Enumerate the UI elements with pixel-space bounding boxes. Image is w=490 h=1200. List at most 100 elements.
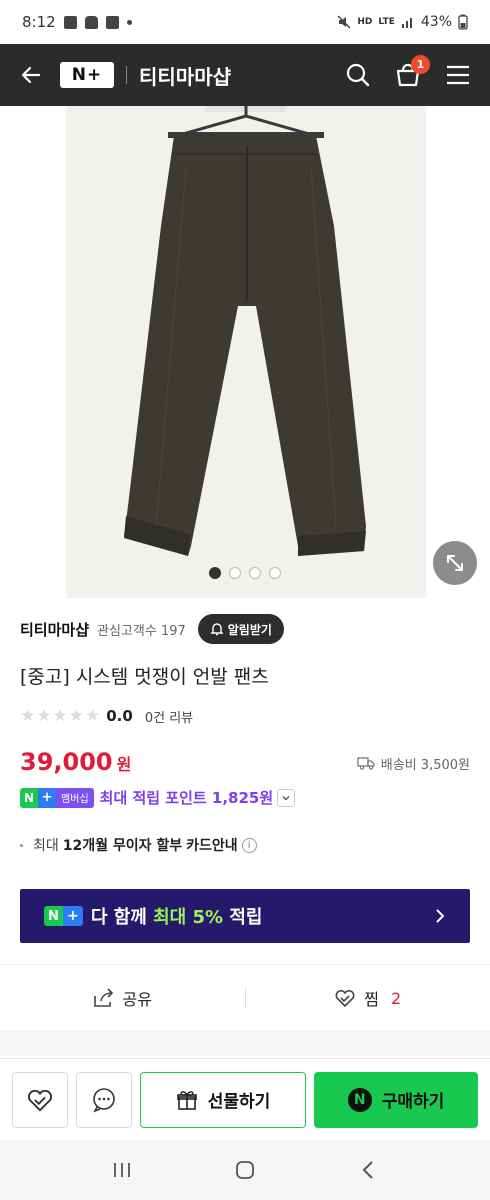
gallery-dot[interactable] xyxy=(269,567,281,579)
divider xyxy=(0,964,490,965)
search-button[interactable] xyxy=(342,59,374,91)
store-info-row: 티티마마샵 관심고객수 197 알림받기 xyxy=(20,612,470,646)
gift-icon xyxy=(176,1090,197,1110)
gift-label: 선물하기 xyxy=(207,1092,271,1112)
chat-bubble-icon xyxy=(93,1087,115,1113)
hamburger-menu-icon xyxy=(447,65,469,85)
wish-label: 찜 xyxy=(364,990,380,1009)
header-divider xyxy=(126,66,127,84)
promo-text-highlight: 최대 5% xyxy=(153,907,224,928)
back-button[interactable] xyxy=(16,60,46,90)
logo-text: N+ xyxy=(71,65,103,85)
status-bar: 8:12 HD LTE 43% xyxy=(0,0,490,44)
wish-button[interactable]: 찜 2 xyxy=(246,986,490,1010)
back-arrow-icon xyxy=(21,66,41,84)
menu-button[interactable] xyxy=(442,59,474,91)
points-row[interactable]: N + 멤버십 최대 적립 포인트 1,825원 xyxy=(20,787,296,808)
product-title: [중고] 시스템 멋쟁이 언발 팬츠 xyxy=(20,666,269,688)
recent-apps-icon xyxy=(113,1163,130,1177)
gallery-pagination xyxy=(0,567,490,579)
share-button[interactable]: 공유 xyxy=(0,986,245,1010)
promo-text-after: 적립 xyxy=(229,907,263,928)
promo-banner[interactable]: N + 다 함께 최대 5% 적립 xyxy=(20,889,470,943)
chevron-right-icon xyxy=(436,909,445,923)
pants-image xyxy=(66,106,426,598)
promo-text: 다 함께 최대 5% 적립 xyxy=(91,903,263,929)
star-icon: ★ xyxy=(36,706,52,726)
recent-apps-button[interactable] xyxy=(102,1150,142,1190)
home-icon xyxy=(236,1161,254,1179)
system-back-button[interactable] xyxy=(348,1150,388,1190)
gallery-dot[interactable] xyxy=(249,567,261,579)
shipping-text: 배송비 3,500원 xyxy=(380,757,470,773)
rating-score: 0.0 xyxy=(106,707,133,725)
max-points-text: 최대 적립 포인트 1,825원 xyxy=(99,789,274,807)
cart-button[interactable]: 1 xyxy=(392,55,430,91)
installment-bold: 12개월 무이자 할부 xyxy=(62,838,183,854)
notification-subscribe-button[interactable]: 알림받기 xyxy=(197,614,284,644)
price: 39,000 xyxy=(20,748,113,776)
product-photo[interactable] xyxy=(66,106,426,598)
buy-label: 구매하기 xyxy=(381,1092,445,1112)
zoom-button[interactable] xyxy=(433,541,477,585)
installment-info[interactable]: 최대 12개월 무이자 할부 카드안내 i xyxy=(20,835,257,855)
header-store-name[interactable]: 티티마마샵 xyxy=(139,61,231,90)
wish-count: 2 xyxy=(391,988,402,1008)
review-count[interactable]: 0건 리뷰 xyxy=(145,707,193,726)
hd-voice-icon: HD xyxy=(357,16,373,27)
buy-button[interactable]: N 구매하기 xyxy=(314,1071,478,1128)
battery-level: 43% xyxy=(420,14,452,30)
membership-badge: N + 멤버십 xyxy=(20,787,94,808)
check-notification-icon xyxy=(105,15,119,29)
rating-row[interactable]: ★ ★ ★ ★ ★ 0.0 0건 리뷰 xyxy=(20,706,193,726)
alarm-label: 알림받기 xyxy=(227,622,272,637)
more-notifications-icon xyxy=(126,19,132,25)
mute-icon xyxy=(337,15,351,29)
share-label: 공유 xyxy=(122,990,152,1009)
chevron-left-icon xyxy=(362,1161,374,1179)
badge-membership: 멤버십 xyxy=(56,787,94,808)
app-header: N+ 티티마마샵 1 xyxy=(0,44,490,106)
badge-n: N xyxy=(24,790,35,805)
badge-plus: + xyxy=(38,787,57,808)
star-icon: ★ xyxy=(52,706,68,726)
inquiry-button[interactable] xyxy=(76,1071,132,1128)
home-button[interactable] xyxy=(225,1150,265,1190)
gallery-dot[interactable] xyxy=(229,567,241,579)
installment-prefix: 최대 xyxy=(33,838,59,854)
promo-badge-plus: + xyxy=(62,906,83,926)
lte-icon: LTE xyxy=(378,16,395,27)
heart-check-icon xyxy=(335,989,355,1008)
naver-plus-badge: N + xyxy=(44,906,83,926)
naver-plus-logo[interactable]: N+ xyxy=(60,62,114,88)
share-icon xyxy=(93,988,113,1007)
followers-count: 관심고객수 197 xyxy=(97,623,186,639)
promo-badge-n: N xyxy=(44,906,63,926)
promo-text-before: 다 함께 xyxy=(90,907,147,928)
wish-square-button[interactable] xyxy=(12,1071,68,1128)
bottom-action-bar: 선물하기 N 구매하기 xyxy=(0,1058,490,1140)
signal-icon xyxy=(401,18,412,28)
product-gallery[interactable] xyxy=(0,106,490,598)
share-wish-row: 공유 찜 2 xyxy=(0,966,490,1030)
gallery-notification-icon xyxy=(63,15,77,29)
search-icon xyxy=(346,63,370,87)
shopping-notification-icon xyxy=(84,15,98,29)
system-nav-bar xyxy=(0,1140,490,1200)
chevron-down-icon xyxy=(282,795,290,800)
section-gap xyxy=(0,1030,490,1056)
price-unit: 원 xyxy=(116,755,132,774)
info-icon[interactable]: i xyxy=(241,837,257,853)
bullet xyxy=(20,843,23,847)
card-guide-label: 카드안내 xyxy=(186,838,238,854)
star-icon: ★ xyxy=(68,706,84,726)
bell-plus-icon xyxy=(210,623,224,636)
truck-icon xyxy=(357,757,375,770)
expand-icon xyxy=(447,555,463,571)
star-icon: ★ xyxy=(20,706,36,726)
gallery-dot[interactable] xyxy=(209,567,221,579)
clock: 8:12 xyxy=(22,13,56,31)
store-name[interactable]: 티티마마샵 xyxy=(20,619,89,640)
points-expand-button[interactable] xyxy=(277,788,296,807)
gift-button[interactable]: 선물하기 xyxy=(140,1071,306,1128)
